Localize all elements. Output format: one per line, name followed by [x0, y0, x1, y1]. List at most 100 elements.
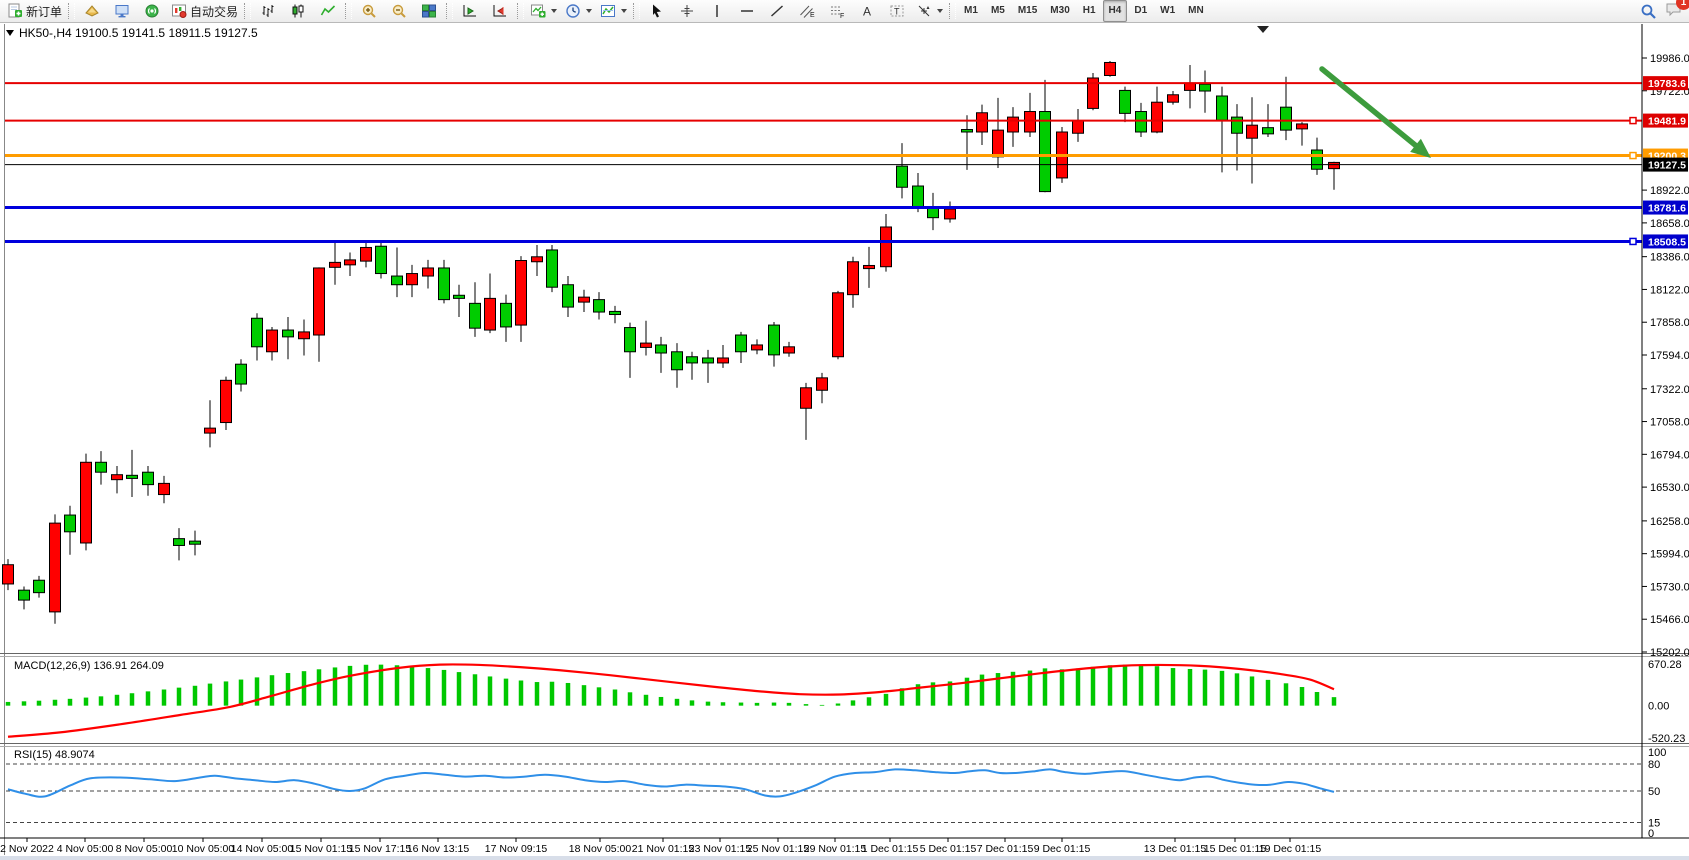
text-label-tool-button[interactable]: T [882, 0, 912, 22]
candle-body [672, 352, 683, 370]
date-tick-label: 2 Nov 2022 [0, 843, 54, 855]
candle-body [945, 209, 956, 219]
virtual-hosting-button[interactable] [107, 0, 137, 22]
date-tick-label: 9 Dec 01:15 [1034, 843, 1091, 855]
date-tick-label: 18 Nov 05:00 [569, 843, 632, 855]
candle-body [283, 330, 294, 337]
new-chart-button[interactable] [526, 0, 561, 22]
signals-button[interactable] [137, 0, 167, 22]
candle-body [96, 462, 107, 472]
fibonacci-tool-button[interactable]: F [822, 0, 852, 22]
candle-body [65, 515, 76, 532]
timeframe-d1-button[interactable]: D1 [1128, 0, 1153, 22]
candle-body [1073, 121, 1084, 133]
dropdown-caret-icon [586, 9, 592, 13]
timeframe-w1-button[interactable]: W1 [1154, 0, 1181, 22]
date-tick-label: 15 Nov 01:15 [290, 843, 353, 855]
timeframe-m5-button[interactable]: M5 [985, 0, 1011, 22]
notifications-button[interactable]: 1 [1665, 1, 1683, 22]
hat-icon [84, 3, 100, 19]
svg-text:F: F [840, 13, 844, 19]
date-tick-label: 14 Nov 05:00 [231, 843, 294, 855]
date-tick-label: 23 Nov 01:15 [689, 843, 752, 855]
new-order-button[interactable]: 新订单 [3, 0, 66, 22]
horizontal-line-tool-button[interactable] [732, 0, 762, 22]
candle-body [143, 472, 154, 484]
signal-icon [144, 3, 160, 19]
chart-title-collapse-icon[interactable] [6, 30, 14, 36]
candlestick-chart-icon [290, 3, 306, 19]
candle-body [962, 130, 973, 132]
candle-body [1008, 117, 1019, 132]
toolbar-separator [517, 3, 524, 19]
toolbar-separator [633, 3, 640, 19]
indicators-button[interactable] [596, 0, 631, 22]
date-tick-label: 15 Nov 17:15 [349, 843, 412, 855]
chart-autoscroll-button[interactable] [485, 0, 515, 22]
candle-body [423, 268, 434, 276]
search-icon[interactable] [1640, 3, 1657, 20]
cursor-tool-button[interactable] [642, 0, 672, 22]
tile-windows-button[interactable] [414, 0, 444, 22]
candle-body [579, 297, 590, 302]
indicators-icon [600, 3, 616, 19]
text-label-icon: T [889, 3, 905, 19]
timeframe-mn-button[interactable]: MN [1182, 0, 1210, 22]
price-tick-label: 15994.0 [1650, 549, 1689, 561]
line-handle[interactable] [1630, 118, 1636, 124]
timeframe-h1-button[interactable]: H1 [1077, 0, 1102, 22]
monitor-icon [114, 3, 130, 19]
timeframe-h4-button[interactable]: H4 [1103, 0, 1128, 22]
autotrading-icon [171, 3, 187, 19]
autotrading-button[interactable]: 自动交易 [167, 0, 242, 22]
line-handle[interactable] [1630, 153, 1636, 159]
price-tag-label: 19127.5 [1648, 160, 1686, 172]
zoom-in-button[interactable] [354, 0, 384, 22]
mql-community-button[interactable] [77, 0, 107, 22]
candle-body [1152, 102, 1163, 132]
candle-body [833, 293, 844, 357]
timeframe-m15-button[interactable]: M15 [1012, 0, 1043, 22]
candle-body [190, 541, 201, 544]
macd-scale-label: 0.00 [1648, 701, 1669, 713]
candle-body [112, 475, 123, 480]
candle-body [1120, 90, 1131, 113]
candle-body [864, 265, 875, 268]
vertical-line-tool-button[interactable] [702, 0, 732, 22]
new-chart-icon [530, 3, 546, 19]
candle-body [470, 303, 481, 328]
timeframe-m1-button[interactable]: M1 [958, 0, 984, 22]
macd-scale-label: 670.28 [1648, 659, 1682, 671]
candlestick-chart-button[interactable] [283, 0, 313, 22]
candle-body [547, 250, 558, 287]
channel-tool-button[interactable]: E [792, 0, 822, 22]
arrows-tool-button[interactable] [912, 0, 947, 22]
candle-body [81, 462, 92, 543]
tile-windows-icon [421, 3, 437, 19]
line-chart-button[interactable] [313, 0, 343, 22]
zoom-out-button[interactable] [384, 0, 414, 22]
date-tick-label: 15 Dec 01:15 [1204, 843, 1267, 855]
zoom-out-icon [391, 3, 407, 19]
chart-shift-button[interactable] [455, 0, 485, 22]
price-tick-label: 18122.0 [1650, 284, 1689, 296]
date-tick-label: 4 Nov 05:00 [57, 843, 114, 855]
candle-body [485, 298, 496, 330]
trendline-tool-button[interactable] [762, 0, 792, 22]
date-tick-label: 29 Nov 01:15 [804, 843, 867, 855]
timeframe-m30-button[interactable]: M30 [1044, 0, 1075, 22]
candle-body [267, 330, 278, 352]
line-handle[interactable] [1630, 238, 1636, 244]
bar-chart-button[interactable] [253, 0, 283, 22]
price-tag-label: 18781.6 [1648, 203, 1686, 215]
candle-body [784, 347, 795, 353]
candle-body [532, 257, 543, 262]
toolbar-separator [244, 3, 251, 19]
chart-area[interactable]: 19986.019722.018922.018658.018386.018122… [0, 0, 1689, 860]
date-tick-label: 21 Nov 01:15 [632, 843, 695, 855]
periods-button[interactable] [561, 0, 596, 22]
crosshair-tool-button[interactable] [672, 0, 702, 22]
text-tool-button[interactable]: A [852, 0, 882, 22]
line-chart-icon [320, 3, 336, 19]
price-tick-label: 16794.0 [1650, 449, 1689, 461]
